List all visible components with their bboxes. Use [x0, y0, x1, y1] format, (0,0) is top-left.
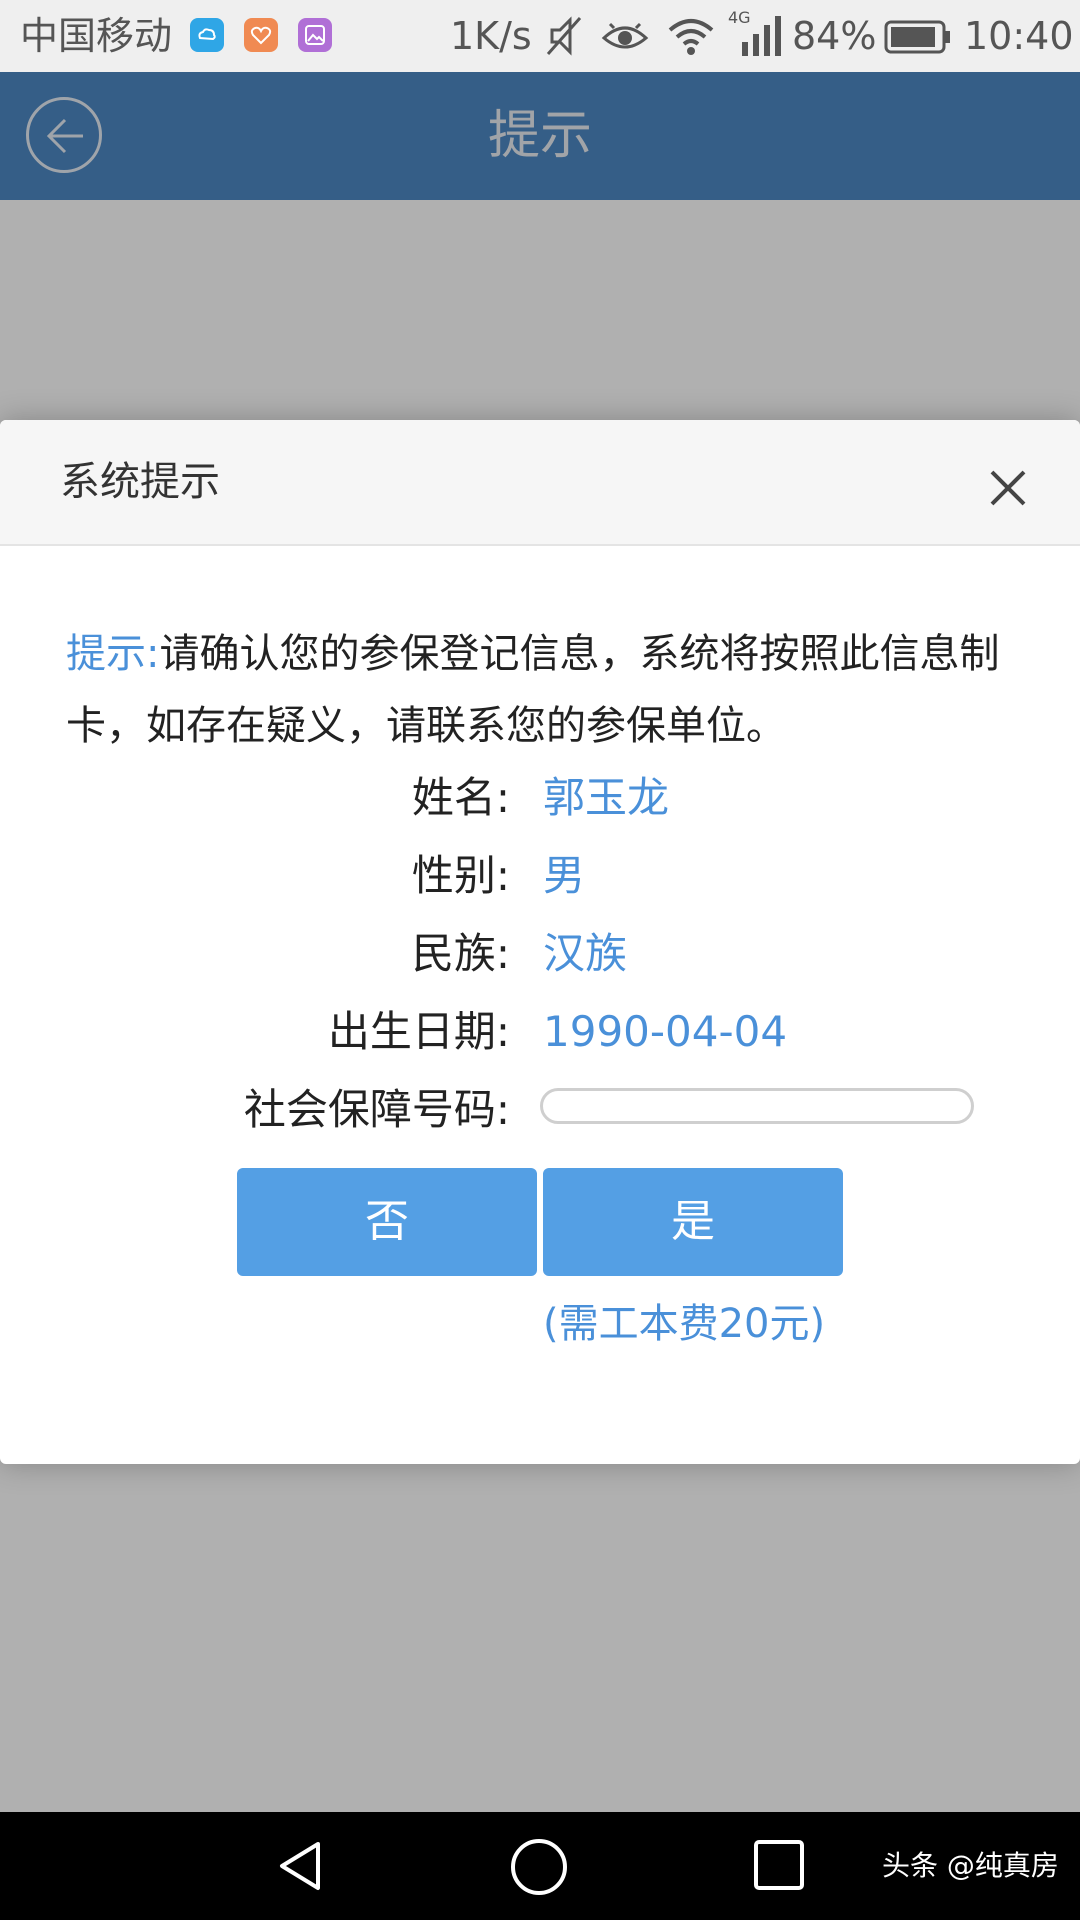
notice-label: 提示:	[66, 631, 160, 677]
nav-back-icon[interactable]	[272, 1838, 328, 1894]
clock: 10:40	[964, 14, 1074, 58]
dialog-title: 系统提示	[60, 459, 220, 505]
ethnicity-label: 民族:	[411, 929, 510, 978]
carrier-name: 中国移动	[20, 14, 173, 58]
yes-button[interactable]: 是	[543, 1168, 843, 1276]
battery-icon	[884, 20, 952, 58]
name-label: 姓名:	[411, 773, 510, 822]
signal-icon	[740, 14, 786, 64]
ethnicity-row: 民族: 汉族	[0, 922, 1080, 986]
health-app-icon	[244, 18, 278, 52]
status-bar: 中国移动 1K/s 4G 84% 10:40	[0, 0, 1080, 72]
watermark: 头条 @纯真房	[882, 1849, 1059, 1882]
system-prompt-dialog: 系统提示 提示:请确认您的参保登记信息，系统将按照此信息制卡，如存在疑义，请联系…	[0, 420, 1080, 1464]
birth-date-label: 出生日期:	[327, 1007, 510, 1056]
birth-date-value: 1990-04-04	[543, 1007, 788, 1056]
birth-date-row: 出生日期: 1990-04-04	[0, 1000, 1080, 1064]
name-row: 姓名: 郭玉龙	[0, 766, 1080, 830]
battery-percent: 84%	[792, 14, 877, 58]
cloud-app-icon	[190, 18, 224, 52]
dialog-header: 系统提示	[0, 420, 1080, 546]
notice-text: 提示:请确认您的参保登记信息，系统将按照此信息制卡，如存在疑义，请联系您的参保单…	[66, 618, 1016, 762]
wifi-icon	[666, 14, 716, 62]
social-security-redacted	[540, 1088, 974, 1124]
system-nav-bar: 头条 @纯真房	[0, 1812, 1080, 1920]
mute-icon	[544, 14, 584, 62]
gender-row: 性别: 男	[0, 844, 1080, 908]
nav-home-icon[interactable]	[510, 1838, 568, 1896]
no-button[interactable]: 否	[237, 1168, 537, 1276]
gender-value: 男	[543, 851, 586, 900]
notice-body: 请确认您的参保登记信息，系统将按照此信息制卡，如存在疑义，请联系您的参保单位。	[66, 631, 1000, 749]
gender-label: 性别:	[411, 851, 510, 900]
social-security-label: 社会保障号码:	[243, 1085, 510, 1134]
eye-comfort-icon	[600, 14, 650, 62]
close-icon[interactable]	[986, 466, 1030, 510]
gallery-app-icon	[298, 18, 332, 52]
name-value: 郭玉龙	[543, 773, 670, 822]
nav-recents-icon[interactable]	[752, 1838, 806, 1892]
fee-note: (需工本费20元)	[543, 1301, 826, 1347]
ethnicity-value: 汉族	[543, 929, 628, 978]
social-security-row: 社会保障号码:	[0, 1078, 1080, 1142]
network-speed: 1K/s	[450, 14, 532, 58]
